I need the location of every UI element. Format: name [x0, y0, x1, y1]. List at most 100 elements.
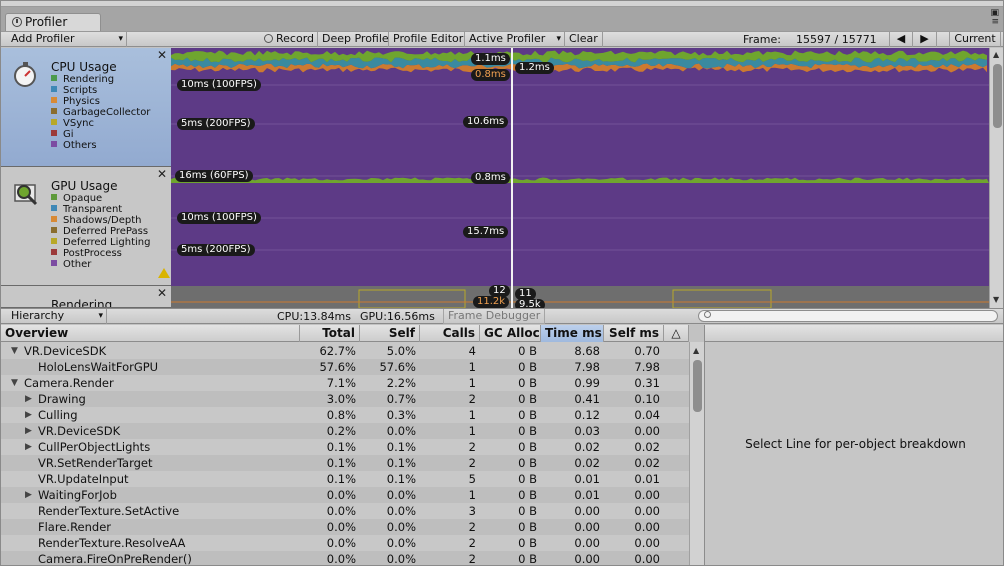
previous-frame-button[interactable]: ◀	[889, 32, 913, 47]
cell-selfms: 0.02	[634, 456, 660, 470]
legend-item[interactable]: Deferred PrePass	[51, 226, 150, 237]
expand-arrow-icon[interactable]: ▶	[25, 487, 35, 503]
table-row[interactable]: ▶ Drawing 3.0% 0.7% 2 0 B 0.41 0.10	[1, 391, 689, 407]
frame-cursor	[511, 48, 513, 167]
charts-scrollbar[interactable]: ▲ ▼	[989, 48, 1003, 308]
legend-swatch	[51, 86, 57, 92]
expand-arrow-icon[interactable]: ▶	[25, 407, 35, 423]
table-row[interactable]: Camera.FireOnPreRender() 0.0% 0.0% 2 0 B 0.00…	[1, 551, 689, 566]
expand-arrow-icon[interactable]: ▶	[25, 439, 35, 455]
table-scrollbar[interactable]: ▲	[689, 342, 704, 565]
cell-self: 0.1%	[386, 456, 416, 470]
profiler-charts: ✕ CPU Usage Rendering Scripts Physics Garba…	[1, 48, 1003, 311]
scrollbar-thumb[interactable]	[993, 64, 1002, 128]
rendering-graph[interactable]: 12 11.2k 11 9.5k	[171, 285, 989, 311]
close-icon[interactable]: ✕	[157, 49, 167, 61]
cpu-usage-graph[interactable]: 10ms (100FPS) 5ms (200FPS) 1.1ms 0.8ms 1…	[171, 48, 989, 167]
gpu-16ms-line-label: 16ms (60FPS)	[175, 170, 253, 182]
cell-self: 0.1%	[386, 440, 416, 454]
add-profiler-dropdown[interactable]: Add Profiler	[1, 32, 127, 47]
cell-gc: 0 B	[518, 472, 537, 486]
cell-selfms: 0.00	[634, 504, 660, 518]
legend-item[interactable]: Others	[51, 140, 150, 151]
scroll-down-icon[interactable]: ▼	[993, 296, 999, 304]
legend-item[interactable]: Other	[51, 259, 150, 270]
legend-item[interactable]: Physics	[51, 96, 150, 107]
col-calls[interactable]: Calls	[420, 325, 480, 342]
expand-arrow-icon[interactable]: ▶	[25, 391, 35, 407]
frame-debugger-button[interactable]: Frame Debugger	[443, 309, 546, 324]
close-icon[interactable]: ✕	[157, 168, 167, 180]
profiler-tab[interactable]: Profiler	[5, 13, 101, 31]
cpu-selection-value: 10.6ms	[463, 116, 509, 128]
gpu-5ms-line-label: 5ms (200FPS)	[177, 244, 255, 256]
cell-gc: 0 B	[518, 360, 537, 374]
col-overview[interactable]: Overview	[1, 325, 300, 342]
legend-item[interactable]: Opaque	[51, 193, 150, 204]
col-self-ms[interactable]: Self ms	[604, 325, 664, 342]
gpu-usage-graph[interactable]: 16ms (60FPS) 10ms (100FPS) 5ms (200FPS) …	[171, 167, 989, 286]
collapse-arrow-icon[interactable]: ▼	[11, 343, 21, 359]
legend-label: Deferred Lighting	[63, 237, 151, 248]
current-frame-button[interactable]: Current	[949, 32, 1001, 47]
col-self[interactable]: Self	[360, 325, 420, 342]
table-row[interactable]: ▶ CullPerObjectLights 0.1% 0.1% 2 0 B 0.02 0.02	[1, 439, 689, 455]
menu-icon[interactable]: ≡	[990, 18, 999, 27]
scrollbar-thumb[interactable]	[693, 360, 702, 412]
cpu-graph-canvas	[171, 48, 989, 167]
record-button[interactable]: Record	[260, 32, 318, 47]
cell-calls: 2	[468, 392, 476, 406]
search-input[interactable]	[698, 310, 998, 322]
table-row[interactable]: ▶ Culling 0.8% 0.3% 1 0 B 0.12 0.04	[1, 407, 689, 423]
table-row[interactable]: ▼ Camera.Render 7.1% 2.2% 1 0 B 0.99 0.31	[1, 375, 689, 391]
table-row[interactable]: ▶ WaitingForJob 0.0% 0.0% 1 0 B 0.01 0.00	[1, 487, 689, 503]
col-time-ms[interactable]: Time ms	[541, 325, 604, 342]
table-row[interactable]: HoloLensWaitForGPU 57.6% 57.6% 1 0 B 7.98 7.98	[1, 359, 689, 375]
legend-swatch	[51, 130, 57, 136]
legend-item[interactable]: Shadows/Depth	[51, 215, 150, 226]
col-gc-alloc[interactable]: GC Alloc	[480, 325, 541, 342]
cpu-usage-legend[interactable]: ✕ CPU Usage Rendering Scripts Physics Garba…	[1, 48, 171, 167]
gpu-frame-time: GPU:16.56ms	[360, 310, 435, 323]
table-row[interactable]: ▼ VR.DeviceSDK 62.7% 5.0% 4 0 B 8.68 0.70	[1, 343, 689, 359]
active-profiler-dropdown[interactable]: Active Profiler	[465, 32, 565, 47]
scroll-up-icon[interactable]: ▲	[993, 51, 999, 59]
table-row[interactable]: VR.UpdateInput 0.1% 0.1% 5 0 B 0.01 0.01	[1, 471, 689, 487]
table-row[interactable]: Flare.Render 0.0% 0.0% 2 0 B 0.00 0.00	[1, 519, 689, 535]
legend-swatch	[51, 108, 57, 114]
cell-calls: 2	[468, 520, 476, 534]
table-row[interactable]: RenderTexture.SetActive 0.0% 0.0% 3 0 B 0.00 0…	[1, 503, 689, 519]
clear-button[interactable]: Clear	[565, 32, 603, 47]
rendering-legend[interactable]: ✕ Rendering	[1, 286, 171, 308]
legend-item[interactable]: GarbageCollector	[51, 107, 150, 118]
frame-label: Frame:	[743, 33, 781, 46]
view-mode-dropdown[interactable]: Hierarchy	[1, 309, 107, 324]
close-icon[interactable]: ✕	[157, 287, 167, 299]
cell-time: 0.00	[574, 504, 600, 518]
profile-editor-button[interactable]: Profile Editor	[389, 32, 465, 47]
scroll-up-icon[interactable]: ▲	[693, 347, 699, 355]
legend-item[interactable]: Scripts	[51, 85, 150, 96]
table-row[interactable]: ▶ VR.DeviceSDK 0.2% 0.0% 1 0 B 0.03 0.00	[1, 423, 689, 439]
warning-column-icon[interactable]: △	[664, 325, 689, 342]
next-frame-button[interactable]: ▶	[913, 32, 937, 47]
table-row[interactable]: RenderTexture.ResolveAA 0.0% 0.0% 2 0 B 0.00 0…	[1, 535, 689, 551]
legend-item[interactable]: Transparent	[51, 204, 150, 215]
collapse-arrow-icon[interactable]: ▼	[11, 375, 21, 391]
legend-item[interactable]: Gi	[51, 129, 150, 140]
legend-item[interactable]: Deferred Lighting	[51, 237, 150, 248]
table-row[interactable]: VR.SetRenderTarget 0.1% 0.1% 2 0 B 0.02 0.02	[1, 455, 689, 471]
legend-item[interactable]: Rendering	[51, 74, 150, 85]
cell-calls: 4	[468, 344, 476, 358]
legend-item[interactable]: PostProcess	[51, 248, 150, 259]
row-name: Camera.FireOnPreRender()	[38, 552, 192, 566]
legend-label: GarbageCollector	[63, 107, 151, 118]
window-controls[interactable]: ▣ ≡	[990, 9, 999, 27]
legend-item[interactable]: VSync	[51, 118, 150, 129]
cell-gc: 0 B	[518, 488, 537, 502]
deep-profile-button[interactable]: Deep Profile	[318, 32, 389, 47]
row-name: CullPerObjectLights	[38, 440, 151, 454]
expand-arrow-icon[interactable]: ▶	[25, 423, 35, 439]
gpu-usage-legend[interactable]: ✕ GPU Usage Opaque Transparent Shadows/Dep…	[1, 167, 171, 286]
col-total[interactable]: Total	[300, 325, 360, 342]
